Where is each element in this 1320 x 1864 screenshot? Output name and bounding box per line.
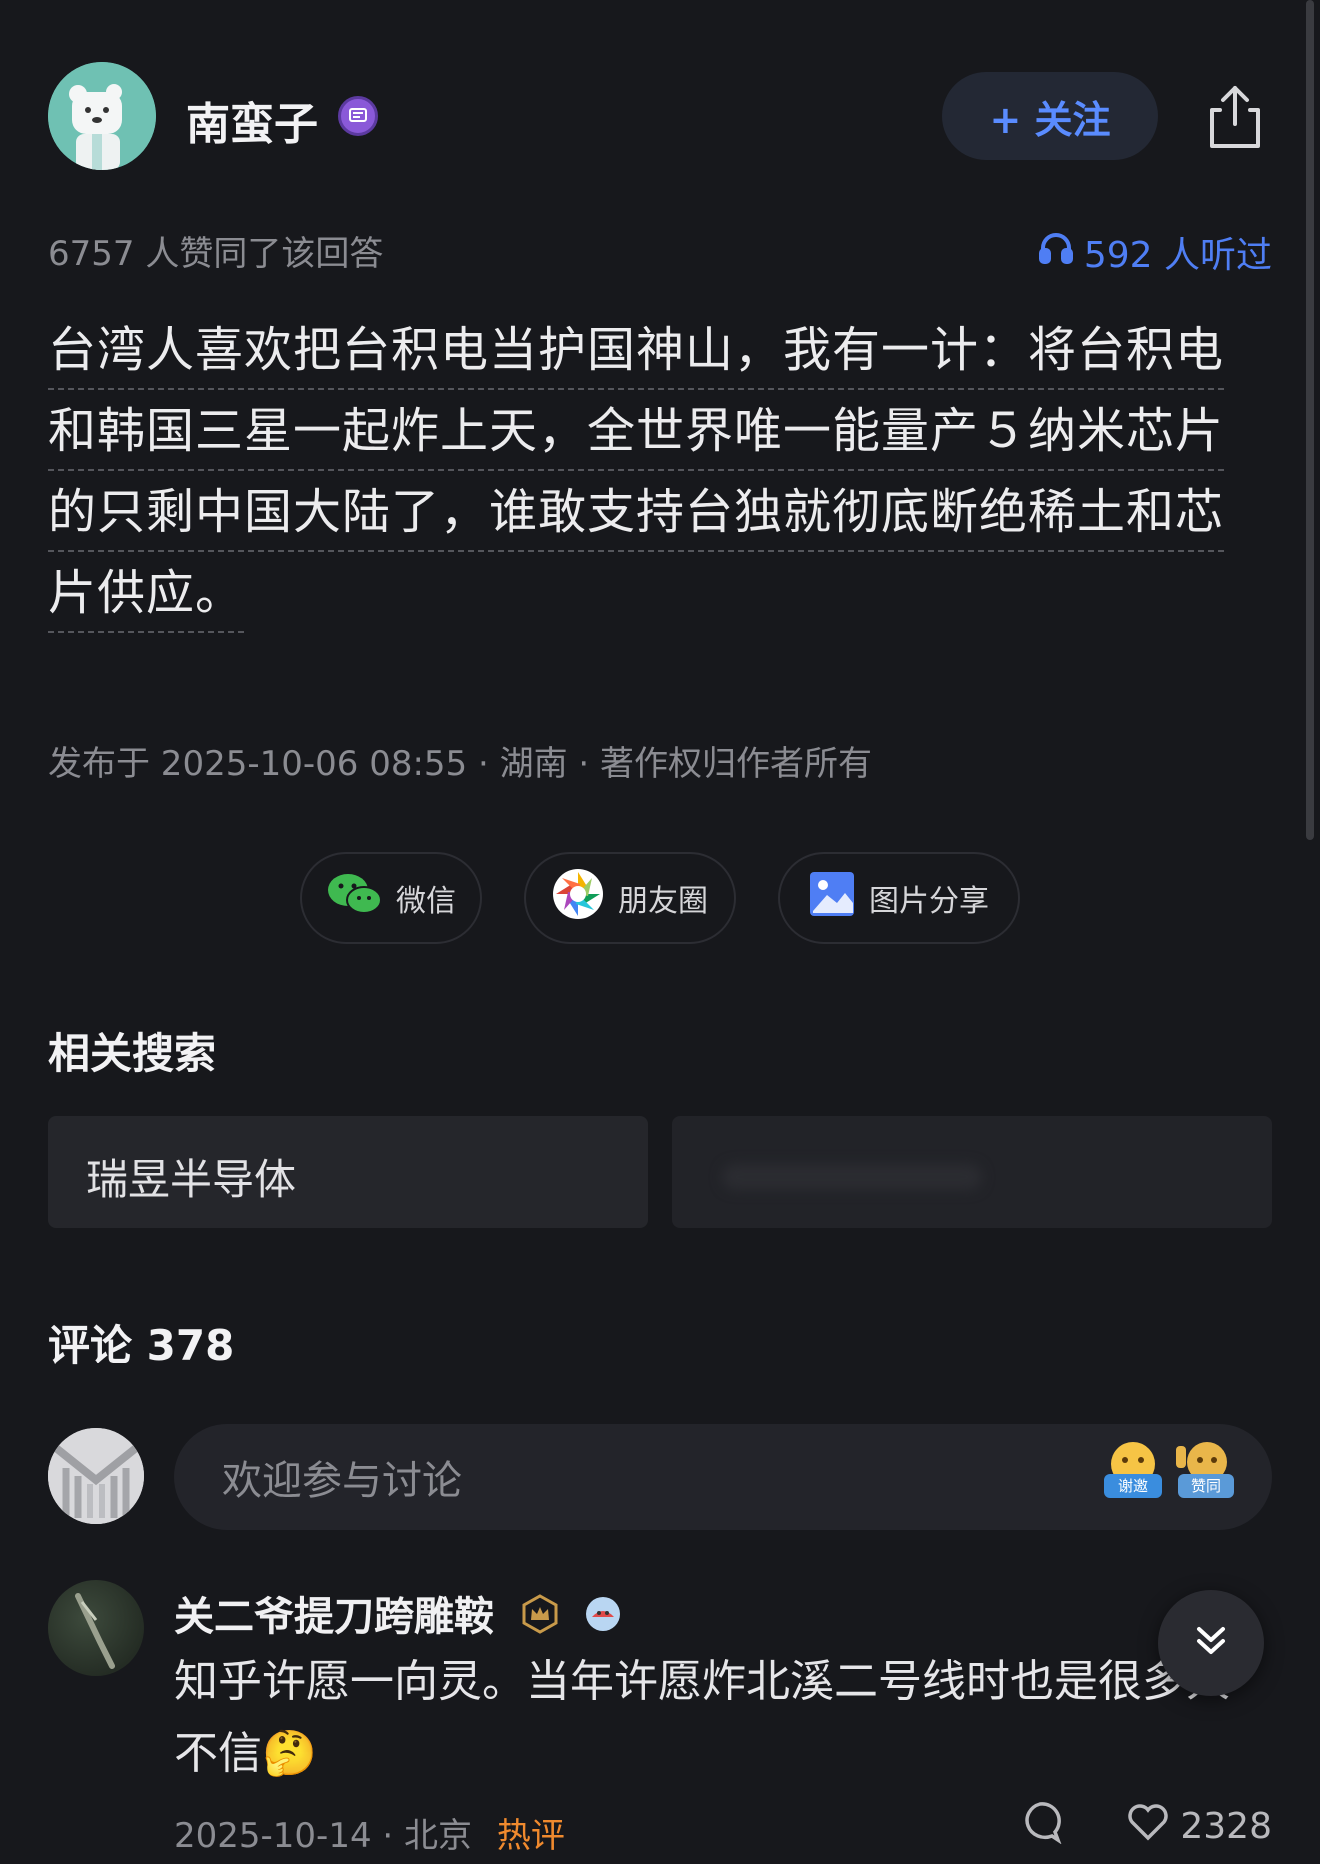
- publish-info: 发布于 2025-10-06 08:55 · 湖南 · 著作权归作者所有: [48, 744, 873, 784]
- double-chevron-down-icon: [1191, 1621, 1231, 1665]
- wechat-icon: [326, 872, 382, 924]
- my-avatar[interactable]: [48, 1428, 144, 1524]
- level-badge-icon: [584, 1595, 622, 1643]
- comment-input-placeholder: 欢迎参与讨论: [222, 1458, 462, 1504]
- answer-line: 片供应。: [48, 565, 245, 633]
- headphones-icon: [1038, 230, 1074, 275]
- like-count: 2328: [1180, 1806, 1272, 1847]
- emoji-agree-button[interactable]: 赞同: [1174, 1438, 1236, 1504]
- commenter-name-row[interactable]: 关二爷提刀跨雕鞍: [174, 1584, 622, 1644]
- likes-count: 6757 人赞同了该回答: [48, 234, 384, 274]
- listens-count[interactable]: 592 人听过: [1038, 226, 1272, 278]
- comments-title: 评论 378: [48, 1321, 235, 1370]
- comment-actions: 2328: [1018, 1800, 1272, 1853]
- share-image-button[interactable]: 图片分享: [778, 852, 1020, 944]
- crown-badge-icon: [520, 1594, 560, 1644]
- share-wechat-label: 微信: [396, 884, 456, 919]
- answer-line: 台湾人喜欢把台积电当护国神山，我有一计：将台积电: [48, 322, 1225, 390]
- like-icon[interactable]: [1126, 1802, 1170, 1851]
- share-wechat-button[interactable]: 微信: [300, 852, 482, 944]
- moments-icon: [552, 868, 604, 928]
- related-search-title: 相关搜索: [48, 1029, 217, 1078]
- author-avatar[interactable]: [48, 62, 156, 170]
- related-search-label: 瑞昱半导体: [86, 1155, 297, 1204]
- reply-icon[interactable]: [1018, 1800, 1062, 1853]
- image-icon: [809, 871, 855, 925]
- comment-date-location: 2025-10-14 · 北京: [174, 1816, 473, 1856]
- related-search-placeholder: [722, 1164, 982, 1190]
- listens-label: 592 人听过: [1083, 235, 1272, 276]
- commenter-avatar[interactable]: [48, 1580, 144, 1676]
- author-header: 南蛮子 + 关注: [48, 60, 1272, 170]
- share-moments-button[interactable]: 朋友圈: [524, 852, 736, 944]
- commenter-name: 关二爷提刀跨雕鞍: [174, 1594, 494, 1640]
- hot-comment-badge: 热评: [496, 1816, 565, 1856]
- comment-text: 知乎许愿一向灵。当年许愿炸北溪二号线时也是很多人不信🤔: [174, 1656, 1230, 1779]
- answer-body: 台湾人喜欢把台积电当护国神山，我有一计：将台积电 和韩国三星一起炸上天，全世界唯…: [48, 310, 1272, 634]
- share-image-label: 图片分享: [869, 884, 989, 919]
- related-search-item[interactable]: [672, 1116, 1272, 1228]
- share-moments-label: 朋友圈: [618, 884, 708, 919]
- comment-meta: 2025-10-14 · 北京 热评: [174, 1808, 565, 1857]
- scroll-down-button[interactable]: [1158, 1590, 1264, 1696]
- answer-line: 的只剩中国大陆了，谁敢支持台独就彻底断绝稀土和芯: [48, 484, 1225, 552]
- author-name[interactable]: 南蛮子: [186, 88, 318, 152]
- verified-badge-icon: [338, 96, 378, 136]
- share-icon[interactable]: [1198, 80, 1272, 154]
- comment-item: 关二爷提刀跨雕鞍 知乎许愿一向灵。当年许愿炸北溪二号线时也是很多人不信🤔 202…: [48, 1574, 1272, 1864]
- emoji-thanks-label: 谢邀: [1118, 1477, 1148, 1495]
- emoji-agree-label: 赞同: [1191, 1477, 1221, 1495]
- comment-input[interactable]: 欢迎参与讨论 谢邀 赞同: [174, 1424, 1272, 1530]
- answer-stats: 6757 人赞同了该回答 592 人听过: [48, 226, 1272, 276]
- follow-button[interactable]: + 关注: [942, 72, 1158, 160]
- related-search-item[interactable]: 瑞昱半导体: [48, 1116, 648, 1228]
- emoji-thanks-button[interactable]: 谢邀: [1102, 1438, 1164, 1504]
- answer-line: 和韩国三星一起炸上天，全世界唯一能量产５纳米芯片: [48, 403, 1225, 471]
- share-row: 微信 朋友圈 图片分享: [0, 852, 1320, 946]
- scrollbar[interactable]: [1306, 0, 1314, 840]
